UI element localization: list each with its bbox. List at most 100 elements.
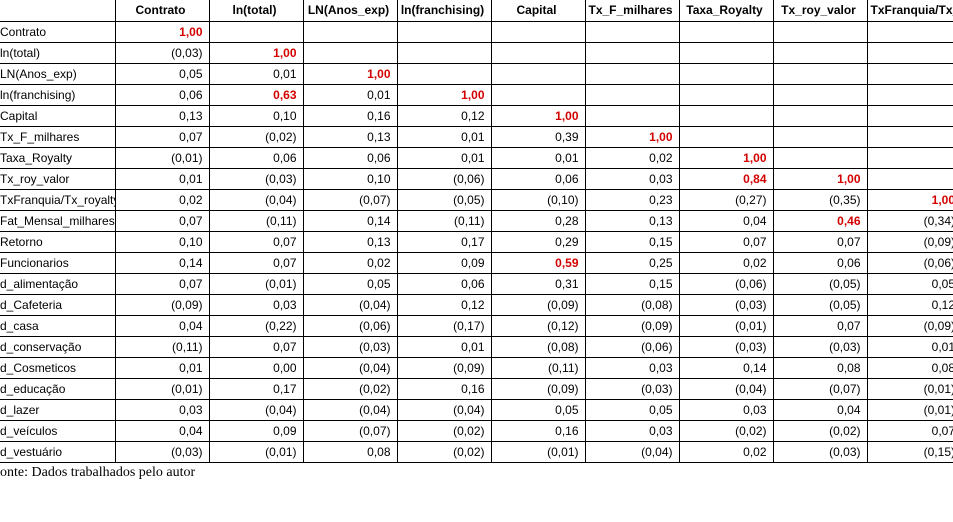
cell-value: (0,04) xyxy=(303,357,397,378)
cell-value: 0,03 xyxy=(679,399,773,420)
cell-value: (0,01) xyxy=(491,441,585,462)
table-row: Taxa_Royalty(0,01)0,060,060,010,010,021,… xyxy=(0,147,953,168)
row-label: Tx_F_milhares xyxy=(0,126,115,147)
cell-value: (0,11) xyxy=(115,336,209,357)
cell-value: 0,07 xyxy=(867,420,953,441)
cell-value: (0,34) xyxy=(867,210,953,231)
column-header: Tx_F_milhares xyxy=(585,0,679,21)
cell-value: 0,07 xyxy=(679,231,773,252)
cell-value: (0,04) xyxy=(303,294,397,315)
cell-value: (0,06) xyxy=(303,315,397,336)
cell-value: 0,07 xyxy=(209,252,303,273)
column-header: ln(franchising) xyxy=(397,0,491,21)
cell-value: 1,00 xyxy=(209,42,303,63)
cell-value: 0,07 xyxy=(115,210,209,231)
row-label: d_vestuário xyxy=(0,441,115,462)
cell-value xyxy=(585,21,679,42)
cell-value: (0,04) xyxy=(679,378,773,399)
cell-value: 0,00 xyxy=(209,357,303,378)
cell-value: (0,02) xyxy=(209,126,303,147)
cell-value: (0,03) xyxy=(209,168,303,189)
cell-value: 0,13 xyxy=(115,105,209,126)
cell-value: (0,09) xyxy=(491,294,585,315)
cell-value: 0,07 xyxy=(773,315,867,336)
row-label: d_alimentação xyxy=(0,273,115,294)
cell-value: (0,07) xyxy=(303,420,397,441)
cell-value: (0,02) xyxy=(303,378,397,399)
cell-value: (0,06) xyxy=(585,336,679,357)
cell-value: (0,03) xyxy=(115,441,209,462)
cell-value: (0,04) xyxy=(209,189,303,210)
cell-value: 1,00 xyxy=(303,63,397,84)
column-header: TxFranquia/Tx_royalty xyxy=(867,0,953,21)
table-row: d_alimentação0,07(0,01)0,050,060,310,15(… xyxy=(0,273,953,294)
row-label: Capital xyxy=(0,105,115,126)
cell-value: (0,09) xyxy=(397,357,491,378)
cell-value: (0,04) xyxy=(303,399,397,420)
row-label: d_educação xyxy=(0,378,115,399)
row-label: Taxa_Royalty xyxy=(0,147,115,168)
cell-value: 0,03 xyxy=(585,420,679,441)
cell-value: 0,02 xyxy=(303,252,397,273)
cell-value xyxy=(585,105,679,126)
cell-value: (0,09) xyxy=(867,231,953,252)
cell-value xyxy=(679,84,773,105)
cell-value: 0,16 xyxy=(303,105,397,126)
cell-value: 0,63 xyxy=(209,84,303,105)
cell-value: 0,05 xyxy=(303,273,397,294)
cell-value xyxy=(867,126,953,147)
cell-value: 0,16 xyxy=(397,378,491,399)
table-row: d_Cafeteria(0,09)0,03(0,04)0,12(0,09)(0,… xyxy=(0,294,953,315)
cell-value xyxy=(397,21,491,42)
cell-value: 0,05 xyxy=(585,399,679,420)
cell-value: 0,10 xyxy=(115,231,209,252)
cell-value: (0,07) xyxy=(303,189,397,210)
cell-value: 0,06 xyxy=(115,84,209,105)
cell-value xyxy=(679,42,773,63)
cell-value: 0,04 xyxy=(115,420,209,441)
row-label: ln(total) xyxy=(0,42,115,63)
cell-value: 0,01 xyxy=(115,357,209,378)
cell-value: (0,03) xyxy=(303,336,397,357)
cell-value: 0,06 xyxy=(773,252,867,273)
cell-value: (0,11) xyxy=(209,210,303,231)
cell-value: 0,25 xyxy=(585,252,679,273)
cell-value: 0,12 xyxy=(397,105,491,126)
cell-value xyxy=(773,147,867,168)
cell-value: 0,13 xyxy=(585,210,679,231)
row-label: LN(Anos_exp) xyxy=(0,63,115,84)
row-label: Funcionarios xyxy=(0,252,115,273)
cell-value: (0,09) xyxy=(491,378,585,399)
cell-value: 0,09 xyxy=(209,420,303,441)
cell-value xyxy=(867,21,953,42)
cell-value: (0,03) xyxy=(115,42,209,63)
cell-value: (0,09) xyxy=(115,294,209,315)
row-label: d_lazer xyxy=(0,399,115,420)
cell-value: 0,01 xyxy=(115,168,209,189)
table-row: ln(franchising)0,060,630,011,00 xyxy=(0,84,953,105)
cell-value xyxy=(585,63,679,84)
cell-value xyxy=(867,105,953,126)
cell-value: 0,03 xyxy=(115,399,209,420)
cell-value: 1,00 xyxy=(115,21,209,42)
column-header: Contrato xyxy=(115,0,209,21)
cell-value: 0,03 xyxy=(585,168,679,189)
cell-value: (0,01) xyxy=(209,441,303,462)
column-header: Tx_roy_valor xyxy=(773,0,867,21)
cell-value: (0,11) xyxy=(397,210,491,231)
cell-value: 0,01 xyxy=(397,147,491,168)
row-label: d_conservação xyxy=(0,336,115,357)
table-row: d_educação(0,01)0,17(0,02)0,16(0,09)(0,0… xyxy=(0,378,953,399)
table-row: d_veículos0,040,09(0,07)(0,02)0,160,03(0… xyxy=(0,420,953,441)
cell-value xyxy=(867,168,953,189)
cell-value: 0,01 xyxy=(867,336,953,357)
cell-value: 0,13 xyxy=(303,126,397,147)
cell-value: (0,02) xyxy=(397,441,491,462)
cell-value: 1,00 xyxy=(397,84,491,105)
row-label: Retorno xyxy=(0,231,115,252)
row-label: ln(franchising) xyxy=(0,84,115,105)
cell-value: 0,01 xyxy=(303,84,397,105)
table-row: Tx_roy_valor0,01(0,03)0,10(0,06)0,060,03… xyxy=(0,168,953,189)
cell-value: 0,29 xyxy=(491,231,585,252)
cell-value xyxy=(679,21,773,42)
